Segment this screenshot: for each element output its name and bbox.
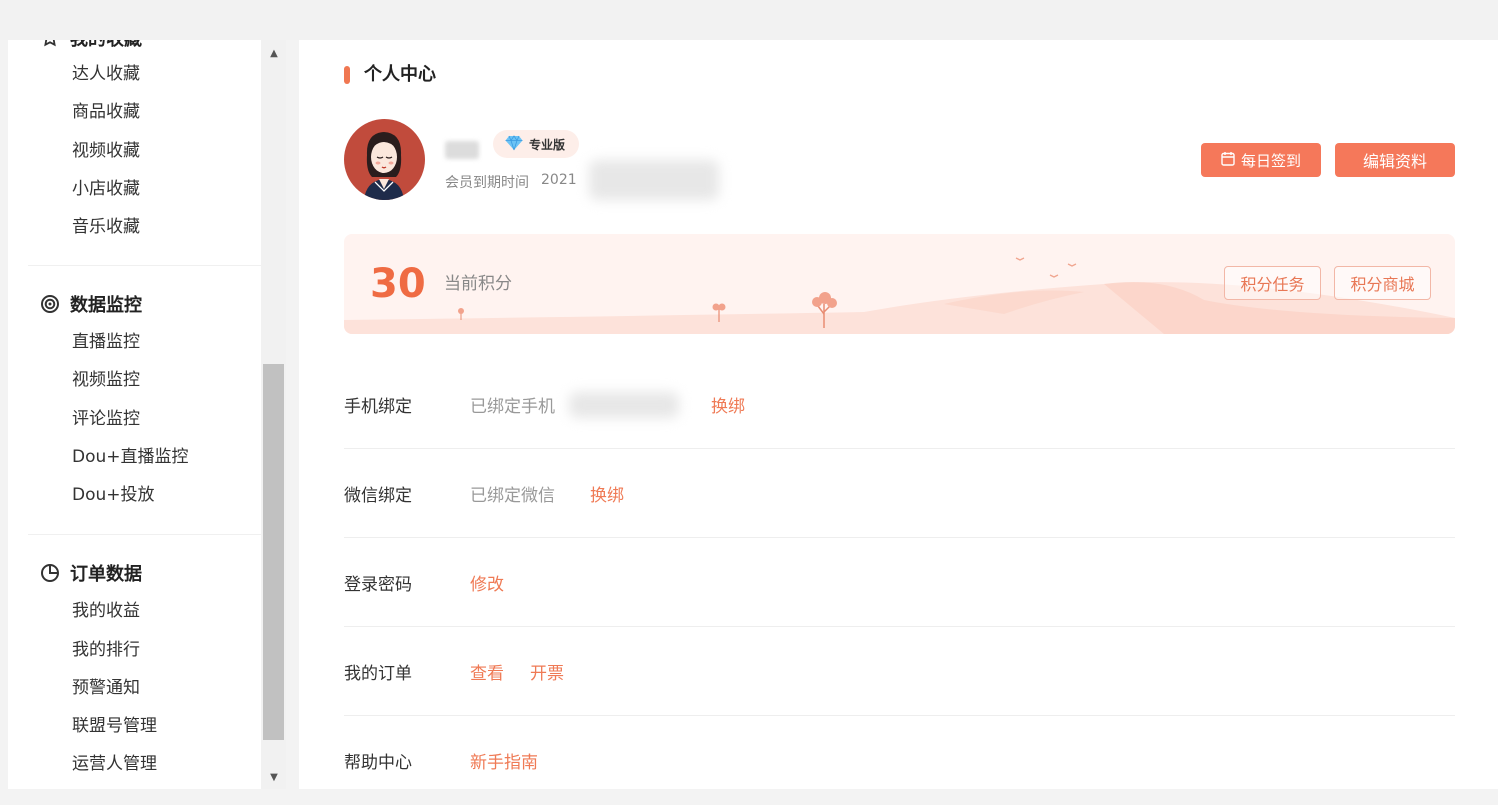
sidebar-group-orders[interactable]: 订单数据 bbox=[40, 561, 142, 585]
sidebar-item-my-earnings[interactable]: 我的收益 bbox=[72, 599, 140, 623]
sidebar-item-dou-promotion[interactable]: Dou+投放 bbox=[72, 483, 155, 507]
star-icon bbox=[40, 40, 60, 48]
arrow-up-icon[interactable]: ▲ bbox=[266, 46, 282, 60]
row-my-orders: 我的订单 查看 开票 bbox=[344, 627, 1455, 716]
sidebar-item-dou-live-monitor[interactable]: Dou+直播监控 bbox=[72, 445, 189, 469]
points-mall-button[interactable]: 积分商城 bbox=[1334, 266, 1431, 300]
sidebar-group-title: 数据监控 bbox=[70, 295, 142, 316]
sidebar-item-video-monitor[interactable]: 视频监控 bbox=[72, 368, 140, 392]
sidebar-group-title: 订单数据 bbox=[70, 564, 142, 585]
main-panel: 个人中心 专业版 会员到期时间 2021 每日签到 编辑资料 30 当前积分 积… bbox=[299, 40, 1498, 789]
expire-label: 会员到期时间 bbox=[445, 175, 529, 191]
sidebar-item-live-monitor[interactable]: 直播监控 bbox=[72, 330, 140, 354]
member-expire: 会员到期时间 2021 bbox=[445, 172, 577, 192]
row-value: 已绑定微信 bbox=[470, 486, 555, 506]
row-label: 我的订单 bbox=[344, 664, 412, 684]
pie-chart-icon bbox=[40, 563, 60, 583]
row-login-password: 登录密码 修改 bbox=[344, 538, 1455, 627]
row-label: 手机绑定 bbox=[344, 397, 412, 417]
vip-badge-label: 专业版 bbox=[529, 137, 566, 152]
sidebar-item-comment-monitor[interactable]: 评论监控 bbox=[72, 407, 140, 431]
points-card: 30 当前积分 积分任务 积分商城 bbox=[344, 234, 1455, 334]
top-bar bbox=[0, 0, 1498, 40]
rebind-wechat-link[interactable]: 换绑 bbox=[590, 449, 624, 538]
sidebar-item-video-favorites[interactable]: 视频收藏 bbox=[72, 139, 140, 163]
sidebar-item-operator-management[interactable]: 运营人管理 bbox=[72, 752, 157, 776]
sidebar-item-music-favorites[interactable]: 音乐收藏 bbox=[72, 215, 140, 239]
arrow-down-icon[interactable]: ▼ bbox=[266, 770, 282, 784]
sidebar-divider bbox=[28, 534, 261, 535]
daily-checkin-button[interactable]: 每日签到 bbox=[1201, 143, 1321, 177]
scrollbar-thumb[interactable] bbox=[263, 364, 284, 740]
change-password-link[interactable]: 修改 bbox=[470, 538, 504, 627]
sidebar-item-alliance-account[interactable]: 联盟号管理 bbox=[72, 714, 157, 738]
sidebar-group-favorites[interactable]: 我的收藏 bbox=[40, 40, 142, 50]
row-label: 帮助中心 bbox=[344, 753, 412, 773]
row-value: 已绑定手机 bbox=[470, 397, 555, 417]
avatar[interactable] bbox=[344, 119, 425, 200]
sidebar-item-shop-favorites[interactable]: 小店收藏 bbox=[72, 177, 140, 201]
daily-checkin-label: 每日签到 bbox=[1240, 151, 1301, 170]
points-label: 当前积分 bbox=[444, 274, 512, 294]
row-label: 登录密码 bbox=[344, 575, 412, 595]
sidebar-item-alert-notice[interactable]: 预警通知 bbox=[72, 676, 140, 700]
row-help-center: 帮助中心 新手指南 bbox=[344, 716, 1455, 805]
sidebar-group-title: 我的收藏 bbox=[70, 40, 142, 51]
vip-badge: 专业版 bbox=[493, 130, 580, 158]
view-orders-link[interactable]: 查看 bbox=[470, 627, 504, 716]
sidebar-item-influencer-favorites[interactable]: 达人收藏 bbox=[72, 62, 140, 86]
row-label: 微信绑定 bbox=[344, 486, 412, 506]
row-wechat-binding: 微信绑定 已绑定微信 换绑 bbox=[344, 449, 1455, 538]
diamond-icon bbox=[505, 134, 523, 154]
page-title: 个人中心 bbox=[364, 64, 436, 85]
points-task-button[interactable]: 积分任务 bbox=[1224, 266, 1321, 300]
invoice-link[interactable]: 开票 bbox=[530, 627, 564, 716]
edit-profile-button[interactable]: 编辑资料 bbox=[1335, 143, 1455, 177]
beginner-guide-link[interactable]: 新手指南 bbox=[470, 716, 538, 805]
points-value: 30 bbox=[370, 261, 426, 307]
calendar-icon bbox=[1221, 151, 1235, 170]
username-redacted bbox=[445, 141, 479, 159]
sidebar-divider bbox=[28, 265, 261, 266]
sidebar-group-monitoring[interactable]: 数据监控 bbox=[40, 292, 142, 316]
row-phone-binding: 手机绑定 已绑定手机 换绑 bbox=[344, 360, 1455, 449]
phone-redacted bbox=[569, 392, 679, 418]
rebind-phone-link[interactable]: 换绑 bbox=[711, 360, 745, 449]
radar-icon bbox=[40, 294, 60, 314]
sidebar-item-product-favorites[interactable]: 商品收藏 bbox=[72, 100, 140, 124]
title-accent-bar bbox=[344, 66, 350, 84]
expire-date-redacted bbox=[589, 160, 719, 200]
sidebar-item-my-ranking[interactable]: 我的排行 bbox=[72, 638, 140, 662]
sidebar: 我的收藏 达人收藏 商品收藏 视频收藏 小店收藏 音乐收藏 数据监控 直播监控 … bbox=[8, 40, 261, 789]
expire-value: 2021 bbox=[541, 172, 577, 188]
